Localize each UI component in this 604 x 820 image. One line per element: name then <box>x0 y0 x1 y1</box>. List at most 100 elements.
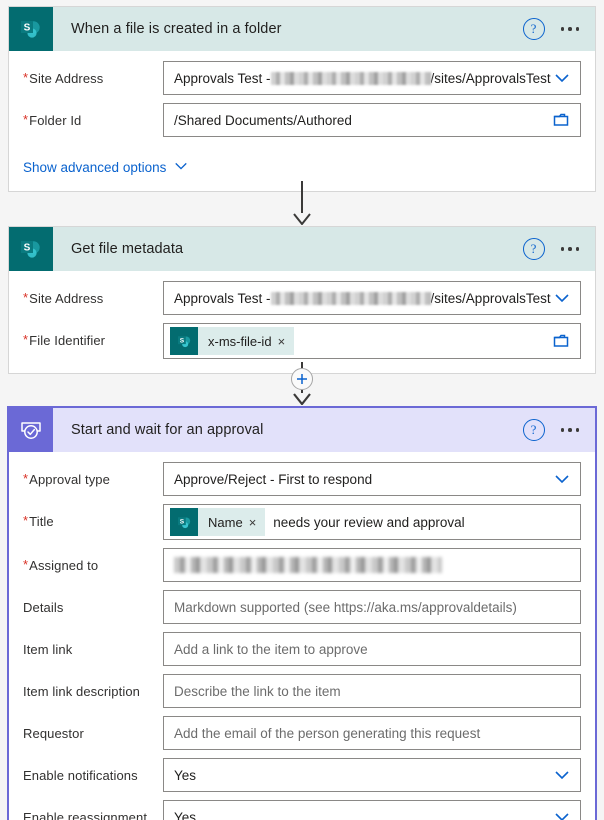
arrow-down-icon <box>293 393 311 405</box>
connector-arrow-1 <box>0 181 604 225</box>
chevron-down-icon[interactable] <box>554 471 570 487</box>
field-row-item-link: Item link Add a link to the item to appr… <box>23 632 581 666</box>
help-icon[interactable]: ? <box>522 419 545 441</box>
item-link-input[interactable]: Add a link to the item to approve <box>163 632 581 666</box>
item-link-description-placeholder: Describe the link to the item <box>174 683 341 699</box>
flow-step-card-trigger[interactable]: S When a file is created in a folder ? *… <box>8 6 596 192</box>
arrow-down-icon <box>293 213 311 225</box>
field-label: Item link <box>23 642 73 657</box>
enable-notifications-value: Yes <box>174 767 197 783</box>
approval-type-dropdown[interactable]: Approve/Reject - First to respond <box>163 462 581 496</box>
help-icon[interactable]: ? <box>522 238 545 260</box>
sharepoint-icon: S <box>9 7 53 51</box>
token-label: Name <box>208 514 243 530</box>
card-title: Start and wait for an approval <box>71 422 264 438</box>
field-row-details: Details Markdown supported (see https://… <box>23 590 581 624</box>
field-row-file-identifier: *File Identifier S x-ms-file-id × <box>23 323 581 359</box>
field-label: Enable reassignment <box>23 810 148 820</box>
site-address-dropdown[interactable]: Approvals Test - /sites/ApprovalsTest <box>163 281 581 315</box>
svg-text:S: S <box>24 243 31 254</box>
sharepoint-icon: S <box>170 327 198 355</box>
details-input[interactable]: Markdown supported (see https://aka.ms/a… <box>163 590 581 624</box>
svg-text:S: S <box>179 518 184 525</box>
more-options-icon[interactable] <box>560 428 579 432</box>
flow-designer-canvas: S When a file is created in a folder ? *… <box>0 0 604 820</box>
approval-icon <box>9 408 53 452</box>
field-label: *Site Address <box>23 70 104 86</box>
site-address-value-prefix: Approvals Test - <box>174 290 271 306</box>
requestor-placeholder: Add the email of the person generating t… <box>174 725 481 741</box>
svg-text:S: S <box>24 23 31 34</box>
insert-step-button[interactable] <box>291 368 313 390</box>
enable-notifications-dropdown[interactable]: Yes <box>163 758 581 792</box>
chevron-down-icon[interactable] <box>554 70 570 86</box>
chevron-down-icon[interactable] <box>554 290 570 306</box>
approval-type-value: Approve/Reject - First to respond <box>174 471 373 487</box>
more-options-icon[interactable] <box>560 27 579 31</box>
required-asterisk: * <box>23 290 29 305</box>
token-chip[interactable]: S Name × <box>170 508 266 536</box>
sharepoint-icon: S <box>9 227 53 271</box>
folder-id-input[interactable]: /Shared Documents/Authored <box>163 103 581 137</box>
field-label: Requestor <box>23 726 84 741</box>
field-row-folder-id: *Folder Id /Shared Documents/Authored <box>23 103 581 137</box>
required-asterisk: * <box>23 112 29 127</box>
details-placeholder: Markdown supported (see https://aka.ms/a… <box>174 599 517 615</box>
svg-text:S: S <box>179 337 184 344</box>
required-asterisk: * <box>23 557 29 572</box>
site-address-dropdown[interactable]: Approvals Test - /sites/ApprovalsTest <box>163 61 581 95</box>
card-body: *Site Address Approvals Test - /sites/Ap… <box>9 271 595 373</box>
title-input[interactable]: S Name × needs your review and approval <box>163 504 581 540</box>
enable-reassignment-dropdown[interactable]: Yes <box>163 800 581 820</box>
chevron-down-icon[interactable] <box>554 767 570 783</box>
flow-step-card-start-and-wait-for-an-approval[interactable]: Start and wait for an approval ? *Approv… <box>7 406 597 820</box>
card-title: When a file is created in a folder <box>71 21 282 37</box>
chevron-down-icon[interactable] <box>554 809 570 820</box>
item-link-placeholder: Add a link to the item to approve <box>174 641 368 657</box>
item-link-description-input[interactable]: Describe the link to the item <box>163 674 581 708</box>
flow-step-card-get-file-metadata[interactable]: S Get file metadata ? *Site Address Appr… <box>8 226 596 374</box>
field-row-enable-reassignment: Enable reassignment Yes <box>23 800 581 820</box>
card-body: *Approval type Approve/Reject - First to… <box>9 452 595 820</box>
card-body: *Site Address Approvals Test - /sites/Ap… <box>9 51 595 191</box>
field-row-item-link-description: Item link description Describe the link … <box>23 674 581 708</box>
close-icon[interactable]: × <box>249 516 266 529</box>
required-asterisk: * <box>23 471 29 486</box>
field-label: Item link description <box>23 684 140 699</box>
card-header[interactable]: S When a file is created in a folder ? <box>9 7 595 51</box>
folder-icon[interactable] <box>553 112 571 128</box>
field-row-requestor: Requestor Add the email of the person ge… <box>23 716 581 750</box>
field-label: *Title <box>23 513 54 529</box>
field-row-site-address: *Site Address Approvals Test - /sites/Ap… <box>23 61 581 95</box>
card-header[interactable]: Start and wait for an approval ? <box>9 408 595 452</box>
enable-reassignment-value: Yes <box>174 809 197 820</box>
close-icon[interactable]: × <box>278 335 295 348</box>
token-label: x-ms-file-id <box>208 333 272 349</box>
title-text-after-token: needs your review and approval <box>273 514 465 530</box>
chevron-down-icon <box>174 159 188 176</box>
connector-arrow-2 <box>0 362 604 405</box>
field-row-enable-notifications: Enable notifications Yes <box>23 758 581 792</box>
assigned-to-input[interactable] <box>163 548 581 582</box>
field-label: *Approval type <box>23 471 110 487</box>
requestor-input[interactable]: Add the email of the person generating t… <box>163 716 581 750</box>
show-advanced-options-link[interactable]: Show advanced options <box>23 159 188 176</box>
show-advanced-options-label: Show advanced options <box>23 160 167 175</box>
field-row-assigned-to: *Assigned to <box>23 548 581 582</box>
redacted-text <box>174 557 442 573</box>
connector-line <box>301 181 303 213</box>
field-label: *Site Address <box>23 290 104 306</box>
card-header[interactable]: S Get file metadata ? <box>9 227 595 271</box>
more-options-icon[interactable] <box>560 247 579 251</box>
field-row-approval-type: *Approval type Approve/Reject - First to… <box>23 462 581 496</box>
token-chip[interactable]: S x-ms-file-id × <box>170 327 295 355</box>
folder-icon[interactable] <box>553 333 571 349</box>
field-row-title: *Title S Name × needs your review and ap… <box>23 504 581 540</box>
sharepoint-icon: S <box>170 508 198 536</box>
file-identifier-input[interactable]: S x-ms-file-id × <box>163 323 581 359</box>
help-icon[interactable]: ? <box>522 18 545 40</box>
field-row-site-address: *Site Address Approvals Test - /sites/Ap… <box>23 281 581 315</box>
card-title: Get file metadata <box>71 241 184 257</box>
field-label: Details <box>23 600 64 615</box>
redacted-text <box>270 291 431 305</box>
